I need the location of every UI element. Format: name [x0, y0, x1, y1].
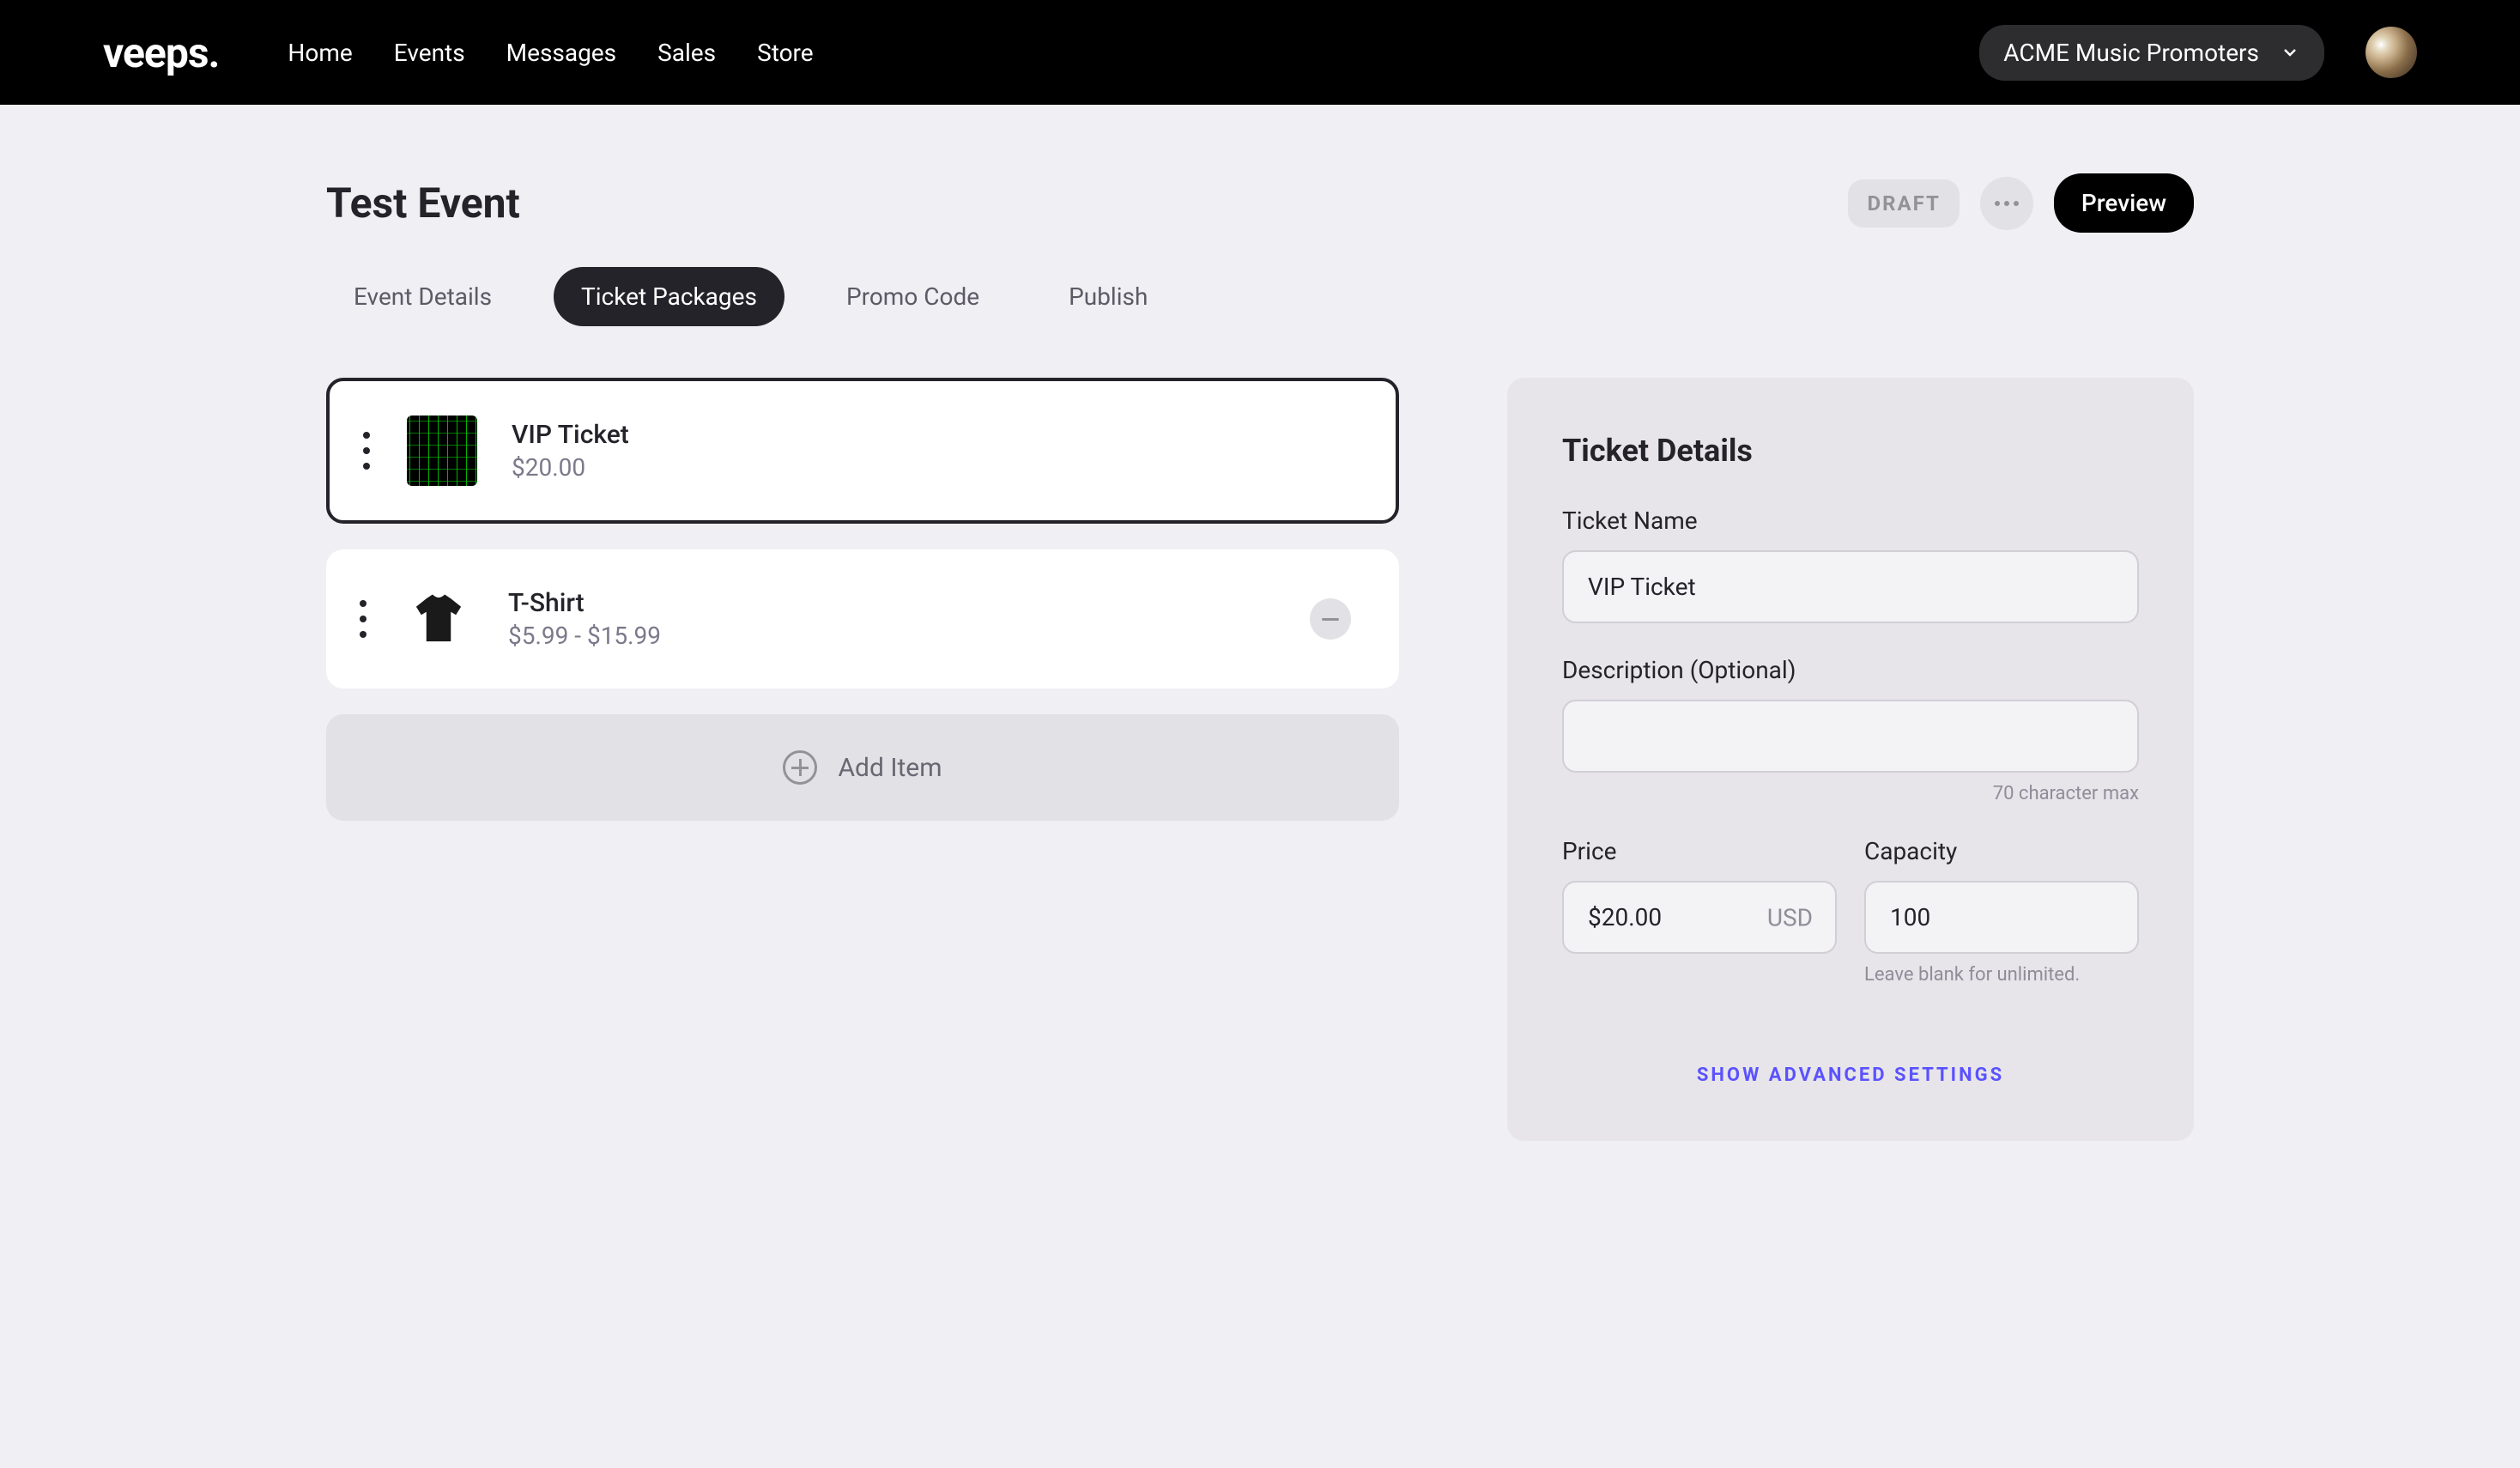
- nav-sales[interactable]: Sales: [657, 39, 716, 67]
- packages-list: VIP Ticket $20.00 T-Shirt $5.99 - $15.99: [326, 378, 1399, 1141]
- logo[interactable]: veeps.: [103, 28, 219, 77]
- field-price: Price USD: [1562, 837, 1837, 986]
- field-ticket-name: Ticket Name: [1562, 507, 2139, 623]
- plus-circle-icon: [783, 750, 817, 785]
- package-info: VIP Ticket $20.00: [512, 420, 1348, 482]
- remove-button[interactable]: [1310, 598, 1351, 640]
- description-input[interactable]: [1562, 700, 2139, 773]
- package-info: T-Shirt $5.99 - $15.99: [508, 588, 1310, 650]
- package-card-vip[interactable]: VIP Ticket $20.00: [326, 378, 1399, 524]
- tab-event-details[interactable]: Event Details: [326, 267, 519, 326]
- nav: Home Events Messages Sales Store: [288, 39, 1979, 67]
- main-content: VIP Ticket $20.00 T-Shirt $5.99 - $15.99: [326, 378, 2194, 1141]
- advanced-settings-link[interactable]: SHOW ADVANCED SETTINGS: [1562, 1065, 2139, 1086]
- page-title: Test Event: [326, 179, 520, 227]
- add-item-label: Add Item: [838, 753, 942, 783]
- ticket-name-label: Ticket Name: [1562, 507, 2139, 535]
- field-description: Description (Optional) 70 character max: [1562, 656, 2139, 804]
- nav-messages[interactable]: Messages: [506, 39, 616, 67]
- package-name: T-Shirt: [508, 588, 1310, 618]
- details-title: Ticket Details: [1562, 433, 2139, 469]
- header-right: ACME Music Promoters: [1979, 25, 2417, 81]
- description-label: Description (Optional): [1562, 656, 2139, 684]
- price-currency: USD: [1767, 903, 1813, 931]
- ticket-name-input[interactable]: [1562, 550, 2139, 623]
- chevron-down-icon: [2280, 42, 2300, 63]
- nav-events[interactable]: Events: [394, 39, 465, 67]
- package-price: $20.00: [512, 453, 1348, 482]
- add-item-button[interactable]: Add Item: [326, 714, 1399, 821]
- org-name: ACME Music Promoters: [2003, 39, 2259, 67]
- tab-promo-code[interactable]: Promo Code: [819, 267, 1007, 326]
- page-header: Test Event DRAFT Preview: [326, 173, 2194, 233]
- page-actions: DRAFT Preview: [1848, 173, 2194, 233]
- details-panel: Ticket Details Ticket Name Description (…: [1507, 378, 2194, 1141]
- price-label: Price: [1562, 837, 1837, 865]
- header: veeps. Home Events Messages Sales Store …: [0, 0, 2520, 105]
- tab-ticket-packages[interactable]: Ticket Packages: [554, 267, 784, 326]
- tab-publish[interactable]: Publish: [1041, 267, 1175, 326]
- capacity-hint: Leave blank for unlimited.: [1864, 964, 2139, 986]
- package-price: $5.99 - $15.99: [508, 622, 1310, 650]
- dots-icon: [1995, 201, 2019, 206]
- package-thumbnail: [403, 584, 474, 654]
- draft-badge: DRAFT: [1848, 179, 1959, 227]
- package-thumbnail: [407, 416, 477, 486]
- field-capacity: Capacity Leave blank for unlimited.: [1864, 837, 2139, 986]
- preview-button[interactable]: Preview: [2054, 173, 2194, 233]
- package-name: VIP Ticket: [512, 420, 1348, 450]
- content: Test Event DRAFT Preview Event Details T…: [0, 105, 2520, 1210]
- tshirt-icon: [406, 586, 471, 652]
- field-row-price-capacity: Price USD Capacity Leave blank for unlim…: [1562, 837, 2139, 1018]
- drag-handle-icon[interactable]: [354, 432, 379, 470]
- drag-handle-icon[interactable]: [350, 600, 376, 638]
- nav-home[interactable]: Home: [288, 39, 352, 67]
- org-selector[interactable]: ACME Music Promoters: [1979, 25, 2324, 81]
- capacity-label: Capacity: [1864, 837, 2139, 865]
- description-hint: 70 character max: [1562, 783, 2139, 804]
- nav-store[interactable]: Store: [757, 39, 814, 67]
- more-button[interactable]: [1980, 177, 2033, 230]
- avatar[interactable]: [2366, 27, 2417, 78]
- capacity-input[interactable]: [1864, 881, 2139, 954]
- package-card-tshirt[interactable]: T-Shirt $5.99 - $15.99: [326, 549, 1399, 689]
- tabs: Event Details Ticket Packages Promo Code…: [326, 267, 2194, 326]
